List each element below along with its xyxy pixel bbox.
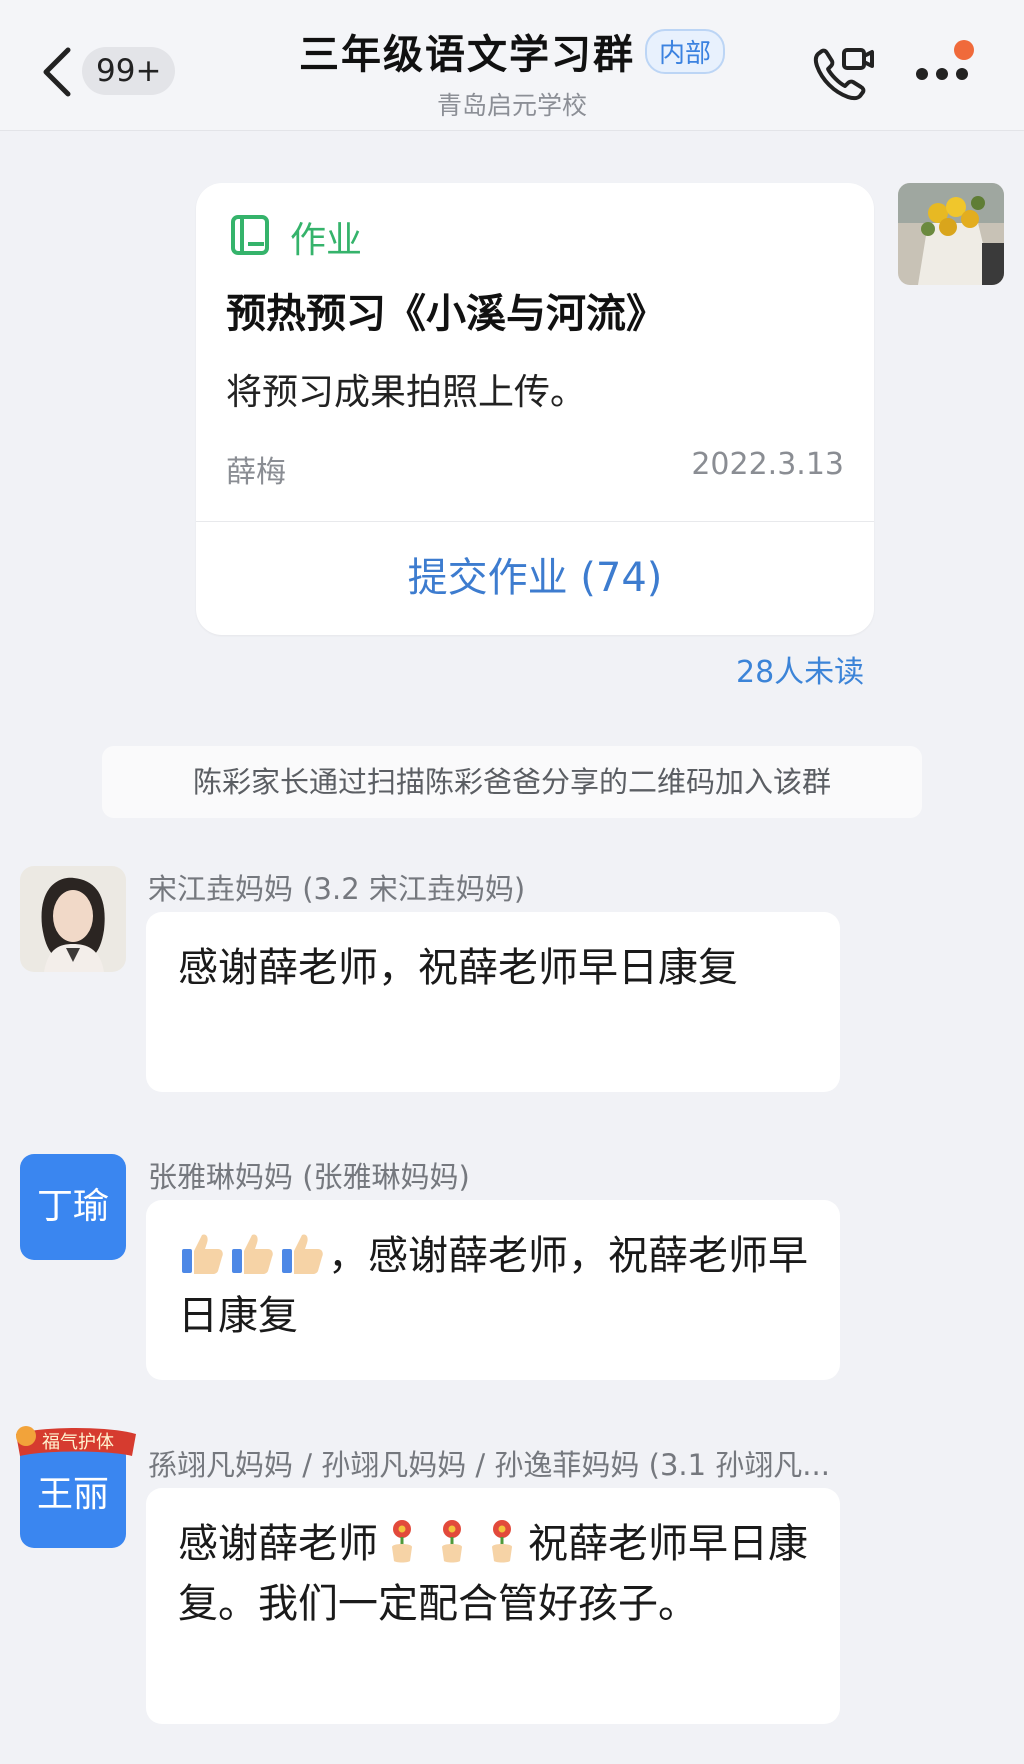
homework-type-label: 作业	[290, 220, 363, 261]
homework-book-icon	[230, 214, 270, 260]
message-bubble[interactable]: 感谢薛老师 祝薛老师早日康复。我们一定配合管好孩子。	[146, 1488, 840, 1724]
flower-emoji	[392, 1520, 412, 1563]
avatar-badge-text: 福气护体	[42, 1432, 114, 1453]
thumbs-up-emoji	[282, 1234, 323, 1274]
avatar[interactable]	[898, 183, 1004, 285]
message-text: 感谢薛老师	[178, 1521, 378, 1567]
internal-tag: 内部	[644, 28, 725, 74]
chat-header: 99+ 三年级语文学习群 内部 青岛启元学校	[0, 0, 1024, 131]
system-notice: 陈彩家长通过扫描陈彩爸爸分享的二维码加入该群	[102, 746, 922, 818]
flower-emoji	[492, 1520, 512, 1563]
homework-date: 2022.3.13	[691, 447, 844, 482]
thumbs-up-emoji	[232, 1234, 273, 1274]
message-text: 感谢薛老师，祝薛老师早日康复	[178, 945, 738, 991]
homework-description: 将预习成果拍照上传。	[226, 372, 587, 413]
flower-emoji	[442, 1520, 462, 1563]
avatar[interactable]: 丁瑜	[20, 1154, 126, 1260]
video-call-icon[interactable]	[810, 44, 874, 104]
message-sender[interactable]: 张雅琳妈妈 (张雅琳妈妈)	[148, 1154, 470, 1196]
notification-dot	[954, 40, 974, 60]
unread-readers-link[interactable]: 28人未读	[736, 647, 864, 691]
homework-title: 预热预习《小溪与河流》	[226, 291, 666, 337]
message-sender[interactable]: 孫翊凡妈妈 / 孙翊凡妈妈 / 孙逸菲妈妈 (3.1 孙翊凡...	[148, 1442, 830, 1484]
message-bubble[interactable]: ，感谢薛老师，祝薛老师早日康复	[146, 1200, 840, 1380]
homework-author: 薛梅	[226, 455, 286, 490]
more-icon[interactable]	[912, 54, 978, 94]
submit-homework-button[interactable]: 提交作业 (74)	[196, 521, 874, 635]
avatar-badge: 福气护体	[12, 1422, 140, 1464]
thumbs-up-emoji	[182, 1234, 223, 1274]
homework-card[interactable]: 作业 预热预习《小溪与河流》 将预习成果拍照上传。 薛梅 2022.3.13 提…	[196, 183, 874, 635]
avatar[interactable]	[20, 866, 126, 972]
message-sender[interactable]: 宋江垚妈妈 (3.2 宋江垚妈妈)	[148, 866, 525, 908]
message-bubble[interactable]: 感谢薛老师，祝薛老师早日康复	[146, 912, 840, 1092]
page-title[interactable]: 三年级语文学习群	[299, 22, 635, 80]
